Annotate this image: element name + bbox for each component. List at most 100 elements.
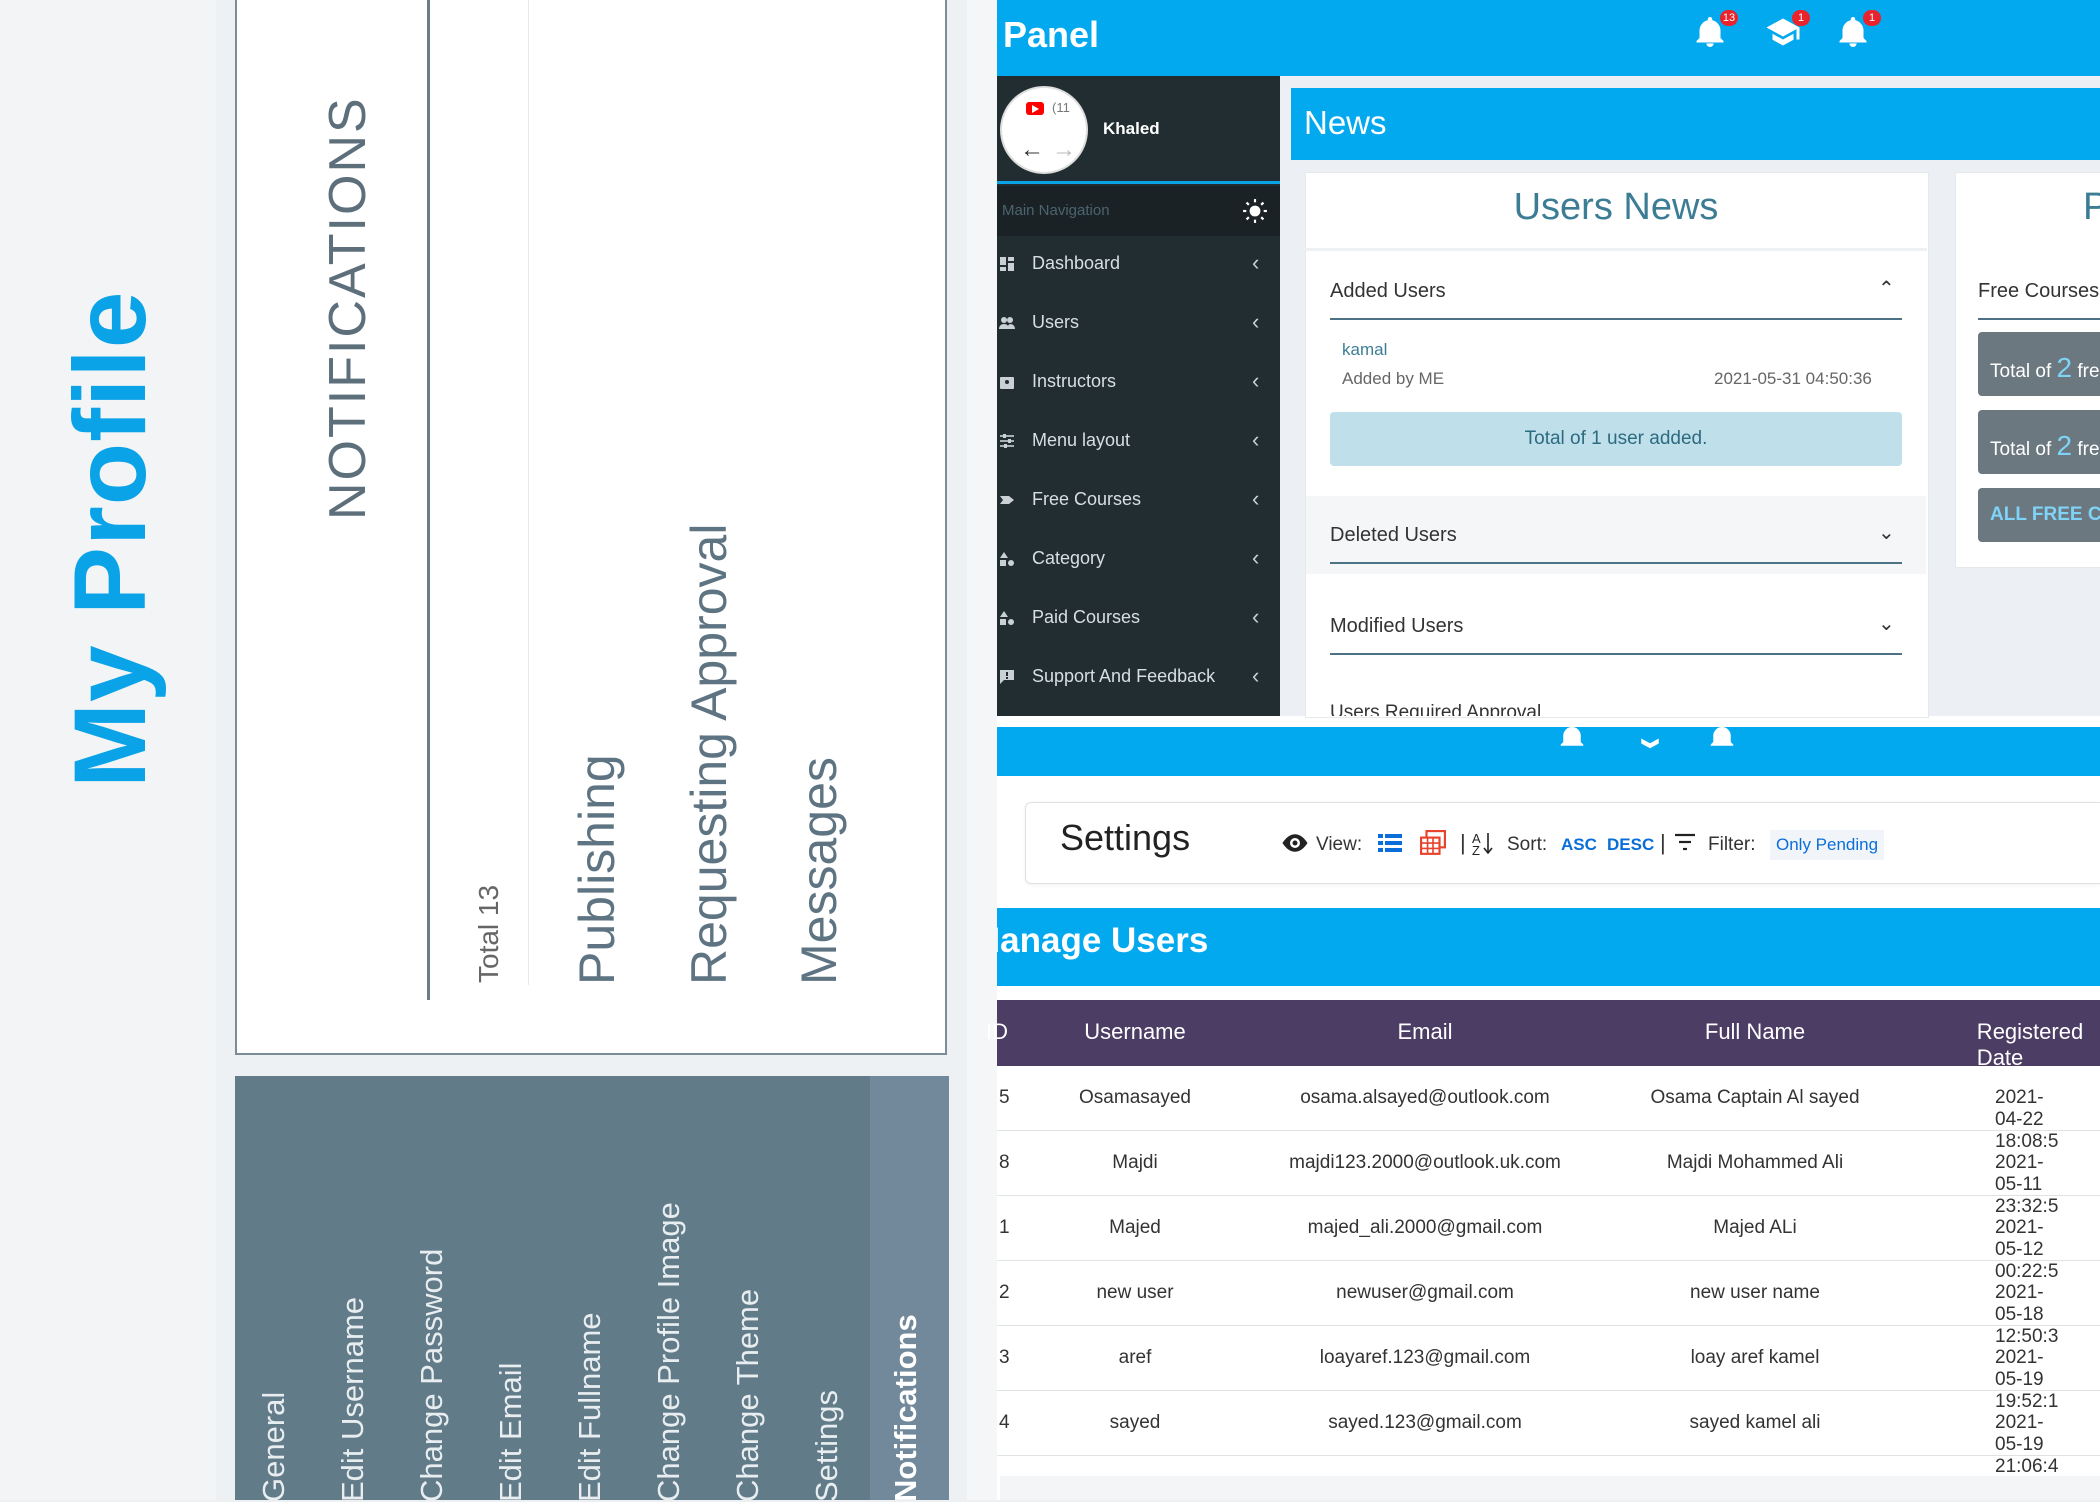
table-cell-username: Majdi (1112, 1152, 1158, 1173)
chevron-left-icon: ‹ (1252, 427, 1260, 452)
accordion-added-users[interactable]: Added Users (1330, 280, 1446, 303)
chevron-left-icon: ‹ (1252, 309, 1260, 334)
news-bar (1291, 88, 2100, 160)
sort-az-icon: AZ (1472, 830, 1502, 856)
dashboard-icon (1000, 257, 1014, 271)
table-header-col-username[interactable]: Username (1084, 1019, 1185, 1045)
grid-view-button[interactable] (1420, 830, 1446, 856)
sidebar-link-settings[interactable]: Settings (809, 1390, 845, 1502)
alerts-bell-button[interactable]: 1 (1835, 10, 1881, 54)
courses-button[interactable]: 1 (1764, 10, 1810, 54)
nav-item-category[interactable]: Category ‹ (997, 531, 1280, 590)
shapes-icon (1000, 552, 1014, 566)
nav-item-support-feedback[interactable]: Support And Feedback ‹ (997, 649, 1280, 708)
table-cell-full-name: Majdi Mohammed Ali (1666, 1152, 1844, 1173)
sidebar-link-general[interactable]: General (256, 1392, 292, 1502)
notification-publishing[interactable]: Publishing (568, 754, 626, 985)
bell-button[interactable] (1555, 722, 1589, 752)
notification-bell-button[interactable]: 13 (1692, 10, 1738, 54)
table-icon (1420, 830, 1446, 855)
all-free-courses-button[interactable]: ALL FREE CO (1978, 488, 2100, 542)
sort-asc-button[interactable]: ASC (1561, 835, 1597, 855)
filter-label: Filter: (1708, 834, 1756, 855)
nav-label: Support And Feedback (1032, 666, 1216, 686)
table-header-col-id[interactable]: ID (986, 1019, 1008, 1045)
chevron-down-icon[interactable]: ⌄ (1878, 611, 1895, 636)
chevron-left-icon: ‹ (1252, 368, 1260, 393)
chevron-left-icon: ‹ (1252, 250, 1260, 275)
sidebar-link-edit-username[interactable]: Edit Username (335, 1297, 371, 1502)
top-bar (997, 0, 2100, 76)
sidebar-link-notifications[interactable]: Notifications (888, 1314, 924, 1502)
table-row[interactable] (997, 1391, 2100, 1455)
notification-requesting-approval[interactable]: Requesting Approval (680, 524, 738, 985)
bell-icon (1560, 727, 1584, 746)
nav-header-label: Main Navigation (1002, 202, 1110, 219)
free-courses-card: Total of 2 fre (1978, 410, 2100, 474)
graduation-cap-icon (1641, 738, 1659, 749)
free-card-count: 2 (2056, 430, 2073, 461)
sidebar-link-change-password[interactable]: Change Password (414, 1249, 450, 1502)
filter-only-pending-button[interactable]: Only Pending (1770, 830, 1885, 860)
nav-item-dashboard[interactable]: Dashboard ‹ (997, 236, 1280, 295)
table-cell-id: 1 (999, 1217, 1010, 1238)
nav-item-instructors[interactable]: Instructors ‹ (997, 354, 1280, 413)
filter-icon (1672, 830, 1698, 854)
sidebar-link-change-profile-image[interactable]: Change Profile Image (651, 1202, 687, 1502)
nav-item-free-courses[interactable]: Free Courses ‹ (997, 472, 1280, 531)
bell-icon (1710, 727, 1734, 746)
table-row[interactable] (997, 1196, 2100, 1260)
chevron-up-icon[interactable]: ⌃ (1878, 276, 1895, 301)
page-title: My Profile (53, 290, 167, 788)
theme-toggle-button[interactable] (1242, 198, 1268, 224)
accordion-required-approval[interactable]: Users Required Approval (1330, 702, 1541, 716)
courses-button[interactable] (1632, 722, 1666, 752)
notifications-divider (427, 0, 430, 1000)
table-cell-id: 8 (999, 1152, 1010, 1173)
shapes-icon (1000, 611, 1014, 625)
table-row[interactable] (997, 1326, 2100, 1390)
nav-item-menu-layout[interactable]: Menu layout ‹ (997, 413, 1280, 472)
users-news-divider (1305, 248, 1927, 251)
notifications-total: Total 13 (473, 884, 504, 983)
free-courses-box-title: P (2083, 186, 2100, 228)
table-cell-id: 3 (999, 1347, 1010, 1368)
avatar[interactable]: (11 ← → (1000, 86, 1088, 174)
accordion-modified-users[interactable]: Modified Users (1330, 615, 1463, 638)
manage-users-title: Manage Users (997, 921, 1209, 960)
chevron-down-icon[interactable]: ⌄ (1878, 520, 1895, 545)
sun-icon (1243, 199, 1267, 223)
sliders-icon (1000, 434, 1014, 448)
added-user-date: 2021-05-31 04:50:36 (1714, 369, 1872, 388)
nav-item-paid-courses[interactable]: Paid Courses ‹ (997, 590, 1280, 649)
table-header-col-registered-date[interactable]: Registered Date (1977, 1019, 2083, 1071)
notification-messages[interactable]: Messages (790, 757, 848, 985)
bell-button[interactable] (1705, 722, 1739, 752)
chevron-left-icon: ‹ (1252, 663, 1260, 688)
nav-label: Paid Courses (1032, 607, 1141, 627)
chevron-left-icon: ‹ (1252, 604, 1260, 629)
nav-label: Category (1032, 548, 1106, 568)
panel-title: Panel (1003, 14, 1100, 55)
sidebar-link-change-theme[interactable]: Change Theme (730, 1289, 766, 1502)
table-header-col-email[interactable]: Email (1397, 1019, 1452, 1045)
table-header-col-full-name[interactable]: Full Name (1705, 1019, 1805, 1045)
courses-badge: 1 (1792, 10, 1810, 26)
free-courses-card: Total of 2 fre (1978, 332, 2100, 396)
sidebar-link-edit-fullname[interactable]: Edit Fullname (572, 1312, 608, 1502)
accordion-underline (1978, 318, 2100, 320)
toolbar-separator: | (1660, 830, 1666, 855)
sort-desc-button[interactable]: DESC (1607, 835, 1654, 855)
accordion-deleted-users[interactable]: Deleted Users (1330, 524, 1457, 547)
table-cell-username: sayed (1109, 1412, 1161, 1433)
list-view-button[interactable] (1378, 832, 1402, 854)
settings-title: Settings (1060, 817, 1191, 858)
free-card-prefix: Total of (1990, 439, 2052, 460)
forward-arrow-icon: → (1052, 136, 1076, 163)
sidebar-link-edit-email[interactable]: Edit Email (493, 1362, 529, 1502)
nav-label: Users (1032, 312, 1080, 332)
nav-item-users[interactable]: Users ‹ (997, 295, 1280, 354)
added-user-name[interactable]: kamal (1342, 340, 1387, 360)
svg-text:Z: Z (1472, 843, 1480, 856)
users-news-title: Users News (1513, 186, 1719, 228)
